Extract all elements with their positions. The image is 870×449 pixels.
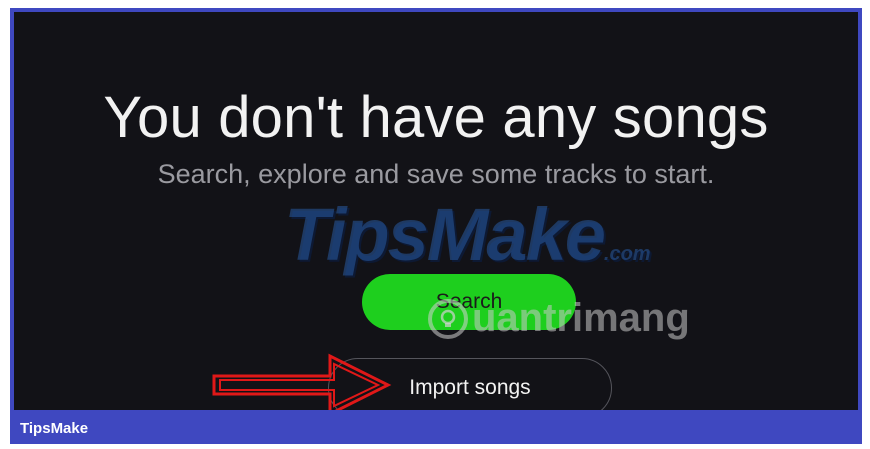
tipsmake-brand-label: TipsMake	[20, 420, 89, 437]
bulb-icon	[440, 309, 456, 327]
empty-state-title: You don't have any songs	[103, 85, 769, 150]
quantrimang-watermark: uantrimang	[428, 296, 690, 341]
app-panel: You don't have any songs Search, explore…	[14, 12, 858, 410]
red-arrow-annotation-icon	[212, 353, 392, 410]
quantrimang-logo-icon	[428, 298, 468, 339]
empty-state-subtitle: Search, explore and save some tracks to …	[157, 159, 715, 189]
tipsmake-watermark-suffix: .com	[603, 243, 651, 265]
tipsmake-watermark-text: TipsMake	[284, 193, 606, 276]
tipsmake-watermark: TipsMake.com	[284, 192, 651, 277]
quantrimang-watermark-text: uantrimang	[472, 296, 690, 340]
